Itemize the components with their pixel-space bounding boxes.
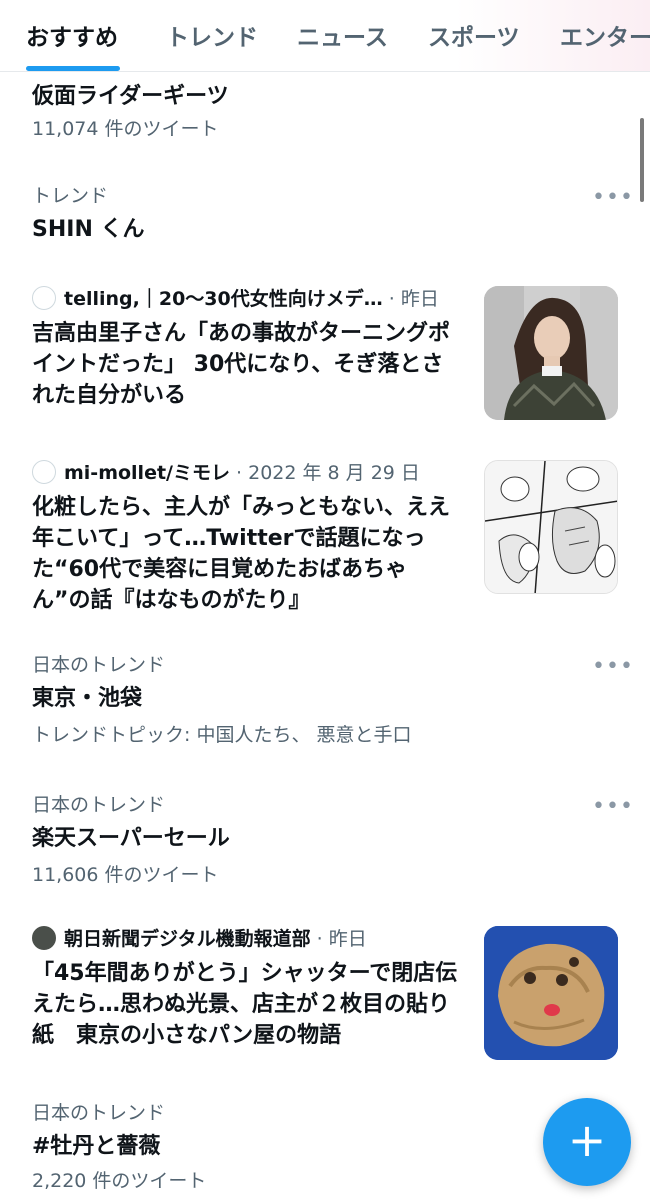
news-thumbnail[interactable]	[484, 926, 618, 1060]
trend-topics: トレンドトピック: 中国人たち、 悪意と手口	[32, 724, 412, 746]
news-headline: 吉高由里子さん「あの事故がターニングポイントだった」 30代になり、そぎ落とされ…	[32, 321, 451, 408]
news-time: · 昨日	[316, 928, 367, 950]
tweet-count: 11,074 件のツイート	[32, 118, 219, 140]
news-time: · 昨日	[388, 288, 439, 310]
tab-entertainment[interactable]: エンター	[560, 18, 650, 52]
source-name: 朝日新聞デジタル機動報道部	[64, 928, 311, 950]
news-source: mi-mollet/ミモレ · 2022 年 8 月 29 日	[32, 460, 472, 486]
scrollbar[interactable]	[640, 118, 644, 202]
trend-context: 日本のトレンド	[32, 654, 166, 676]
plus-icon: +	[567, 1113, 607, 1167]
trend-item[interactable]: 日本のトレンド #牡丹と薔薇 2,220 件のツイート	[32, 1100, 622, 1194]
tab-trending[interactable]: トレンド	[166, 18, 258, 52]
compose-tweet-button[interactable]: +	[543, 1098, 631, 1186]
more-options-icon[interactable]: •••	[592, 656, 634, 678]
tab-news[interactable]: ニュース	[297, 18, 388, 52]
news-headline: 化粧したら、主人が「みっともない、ええ年こいて」って…Twitterで話題になっ…	[32, 495, 451, 613]
news-thumbnail[interactable]	[484, 286, 618, 420]
trend-title: 仮面ライダーギーツ	[32, 84, 229, 109]
trend-title: #牡丹と薔薇	[32, 1134, 161, 1159]
source-name: mi-mollet/ミモレ	[64, 462, 230, 484]
trend-item[interactable]: トレンド SHIN くん	[32, 183, 622, 245]
trend-title: SHIN くん	[32, 217, 145, 242]
explore-tab-bar: おすすめ トレンド ニュース スポーツ エンター	[0, 0, 650, 72]
source-logo-icon	[32, 460, 56, 484]
news-headline: 「45年間ありがとう」シャッターで閉店伝えたら…思わぬ光景、店主が２枚目の貼り紙…	[32, 961, 458, 1048]
tweet-count: 11,606 件のツイート	[32, 864, 219, 886]
trend-title: 楽天スーパーセール	[32, 826, 230, 851]
tweet-count: 2,220 件のツイート	[32, 1170, 207, 1192]
trend-item[interactable]: 日本のトレンド 東京・池袋 トレンドトピック: 中国人たち、 悪意と手口	[32, 652, 622, 748]
more-options-icon[interactable]: •••	[592, 187, 634, 209]
more-options-icon[interactable]: •••	[592, 796, 634, 818]
trend-context: 日本のトレンド	[32, 794, 166, 816]
trend-item[interactable]: 日本のトレンド 楽天スーパーセール 11,606 件のツイート	[32, 792, 622, 888]
tab-sports[interactable]: スポーツ	[428, 18, 520, 52]
news-source: 朝日新聞デジタル機動報道部 · 昨日	[32, 926, 472, 952]
news-source: telling,｜20〜30代女性向けメデ… · 昨日	[32, 286, 472, 312]
trend-item[interactable]: 仮面ライダーギーツ 11,074 件のツイート	[32, 82, 622, 142]
trend-context: 日本のトレンド	[32, 1102, 166, 1124]
tab-recommended[interactable]: おすすめ	[26, 18, 118, 52]
source-logo-icon	[32, 926, 56, 950]
trend-title: 東京・池袋	[32, 686, 143, 711]
trend-context: トレンド	[32, 185, 109, 207]
news-thumbnail[interactable]	[484, 460, 618, 594]
source-logo-icon	[32, 286, 56, 310]
source-name: telling,｜20〜30代女性向けメデ…	[64, 288, 383, 310]
news-time: · 2022 年 8 月 29 日	[236, 462, 420, 484]
active-tab-indicator	[26, 66, 120, 71]
